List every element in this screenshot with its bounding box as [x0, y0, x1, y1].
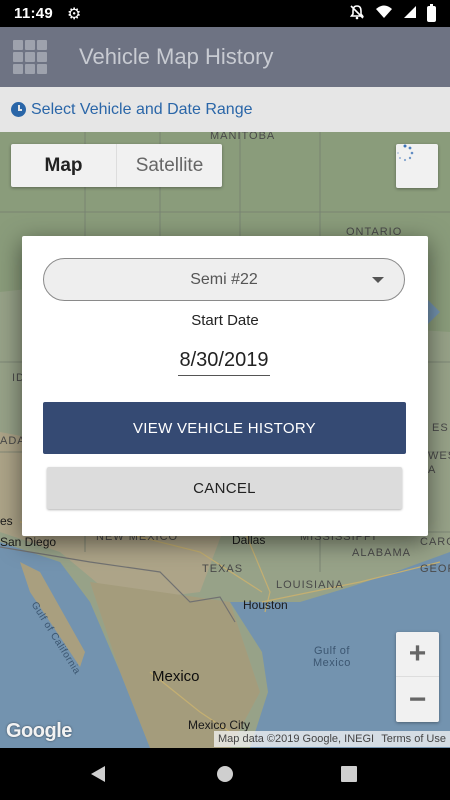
home-icon[interactable] [217, 766, 233, 782]
back-icon[interactable] [91, 766, 105, 782]
map-type-map-button[interactable]: Map [11, 144, 117, 187]
start-date-label: Start Date [191, 312, 259, 329]
view-vehicle-history-button[interactable]: VIEW VEHICLE HISTORY [43, 402, 406, 454]
terms-of-use-link[interactable]: Terms of Use [381, 733, 446, 745]
zoom-out-button[interactable]: − [396, 677, 439, 722]
system-nav-bar [0, 748, 450, 800]
map-attribution: Map data ©2019 Google, INEGI Terms of Us… [214, 731, 450, 747]
signal-icon [403, 5, 417, 23]
apps-grid-icon[interactable] [13, 40, 47, 74]
vehicle-select[interactable]: Semi #22 [43, 258, 405, 301]
page-title: Vehicle Map History [79, 44, 274, 69]
recents-icon[interactable] [341, 766, 357, 782]
map-type-satellite-button[interactable]: Satellite [117, 144, 222, 187]
zoom-in-button[interactable]: + [396, 632, 439, 677]
app-bar: Vehicle Map History [0, 27, 450, 87]
loading-spinner-icon [397, 144, 414, 162]
dropdown-arrow-icon [372, 277, 384, 283]
status-time: 11:49 [14, 5, 54, 22]
wifi-icon [375, 5, 393, 23]
map-data-attribution: Map data ©2019 Google, INEGI [218, 733, 375, 745]
notifications-off-icon [349, 4, 365, 24]
select-vehicle-label: Select Vehicle and Date Range [31, 100, 253, 118]
vehicle-select-value: Semi #22 [190, 270, 258, 288]
battery-charging-icon [427, 3, 436, 22]
google-logo: Google [6, 720, 72, 742]
clock-icon [11, 102, 26, 117]
select-vehicle-bar[interactable]: Select Vehicle and Date Range [0, 87, 450, 132]
gear-icon: ⚙ [67, 5, 82, 23]
status-icons [349, 3, 436, 24]
loading-spinner-button[interactable] [396, 144, 438, 188]
history-dialog: Semi #22 Start Date 8/30/2019 VIEW VEHIC… [22, 236, 428, 536]
map-type-toggle: Map Satellite [11, 144, 222, 187]
start-date-field[interactable]: 8/30/2019 [178, 349, 270, 376]
zoom-controls: + − [396, 632, 439, 722]
cancel-button[interactable]: CANCEL [47, 467, 402, 509]
status-bar: 11:49 ⚙ [0, 0, 450, 27]
